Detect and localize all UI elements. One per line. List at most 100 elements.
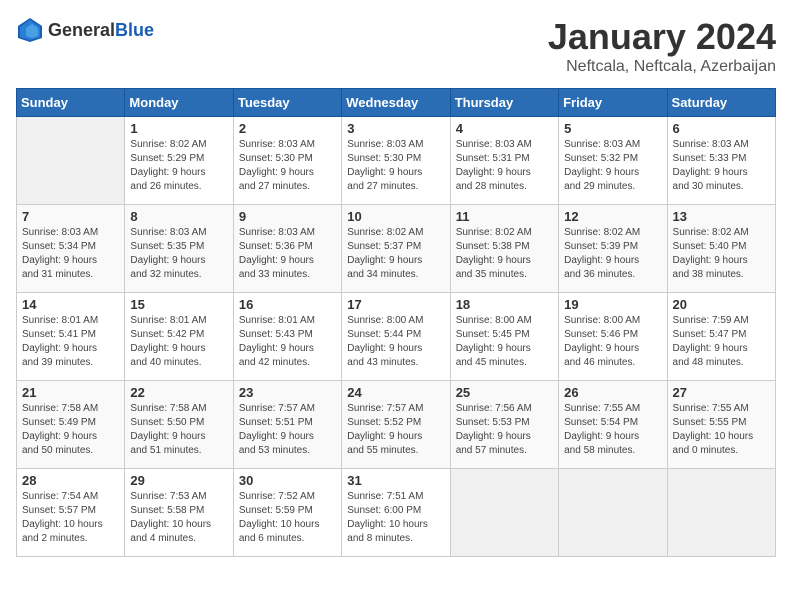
day-number: 24 bbox=[347, 385, 444, 400]
calendar-day-cell: 9Sunrise: 8:03 AM Sunset: 5:36 PM Daylig… bbox=[233, 205, 341, 293]
day-info: Sunrise: 7:55 AM Sunset: 5:54 PM Dayligh… bbox=[564, 402, 661, 458]
logo-text: GeneralBlue bbox=[48, 20, 154, 41]
calendar-day-cell: 18 Sunrise: 8:00 AM Sunset: 5:45 PM Dayli… bbox=[450, 293, 558, 381]
day-number: 23 bbox=[239, 385, 336, 400]
day-number: 3 bbox=[347, 121, 444, 136]
calendar-day-cell: 6 Sunrise: 8:03 AM Sunset: 5:33 PM Daylig… bbox=[667, 117, 775, 205]
calendar-day-cell: 7 Sunrise: 8:03 AM Sunset: 5:34 PM Daylig… bbox=[17, 205, 125, 293]
day-number: 14 bbox=[22, 297, 119, 312]
day-info: Sunrise: 8:03 AM Sunset: 5:32 PM Dayligh… bbox=[564, 138, 661, 194]
day-number: 10 bbox=[347, 209, 444, 224]
calendar-day-cell: 17 Sunrise: 8:00 AM Sunset: 5:44 PM Dayli… bbox=[342, 293, 450, 381]
logo: GeneralBlue bbox=[16, 16, 154, 44]
day-info: Sunrise: 7:57 AM Sunset: 5:51 PM Dayligh… bbox=[239, 402, 336, 458]
day-number: 9 bbox=[239, 209, 336, 224]
day-info: Sunrise: 8:01 AM Sunset: 5:43 PM Dayligh… bbox=[239, 314, 336, 370]
calendar-day-cell bbox=[17, 117, 125, 205]
day-number: 11 bbox=[456, 209, 553, 224]
day-number: 29 bbox=[130, 473, 227, 488]
calendar-day-cell: 22 Sunrise: 7:58 AM Sunset: 5:50 PM Dayli… bbox=[125, 381, 233, 469]
day-number: 19 bbox=[564, 297, 661, 312]
calendar-day-cell: 15 Sunrise: 8:01 AM Sunset: 5:42 PM Dayli… bbox=[125, 293, 233, 381]
calendar-day-cell: 31 Sunrise: 7:51 AM Sunset: 6:00 PM Dayli… bbox=[342, 469, 450, 557]
calendar-day-cell bbox=[667, 469, 775, 557]
calendar-day-cell: 29 Sunrise: 7:53 AM Sunset: 5:58 PM Dayli… bbox=[125, 469, 233, 557]
day-number: 30 bbox=[239, 473, 336, 488]
day-info: Sunrise: 7:56 AM Sunset: 5:53 PM Dayligh… bbox=[456, 402, 553, 458]
day-number: 13 bbox=[673, 209, 770, 224]
day-info: Sunrise: 7:59 AM Sunset: 5:47 PM Dayligh… bbox=[673, 314, 770, 370]
calendar-day-cell: 3 Sunrise: 8:03 AM Sunset: 5:30 PM Daylig… bbox=[342, 117, 450, 205]
day-number: 5 bbox=[564, 121, 661, 136]
day-number: 4 bbox=[456, 121, 553, 136]
day-number: 8 bbox=[130, 209, 227, 224]
day-info: Sunrise: 8:00 AM Sunset: 5:45 PM Dayligh… bbox=[456, 314, 553, 370]
calendar-week-row: 1 Sunrise: 8:02 AM Sunset: 5:29 PM Daylig… bbox=[17, 117, 776, 205]
calendar-day-cell: 8Sunrise: 8:03 AM Sunset: 5:35 PM Daylig… bbox=[125, 205, 233, 293]
day-info: Sunrise: 8:02 AM Sunset: 5:40 PM Dayligh… bbox=[673, 226, 770, 282]
day-info: Sunrise: 8:03 AM Sunset: 5:34 PM Dayligh… bbox=[22, 226, 119, 282]
calendar-week-row: 28 Sunrise: 7:54 AM Sunset: 5:57 PM Dayli… bbox=[17, 469, 776, 557]
day-of-week-header: Thursday bbox=[450, 89, 558, 117]
calendar-day-cell: 4Sunrise: 8:03 AM Sunset: 5:31 PM Daylig… bbox=[450, 117, 558, 205]
day-number: 15 bbox=[130, 297, 227, 312]
day-number: 22 bbox=[130, 385, 227, 400]
day-number: 25 bbox=[456, 385, 553, 400]
calendar-day-cell: 25 Sunrise: 7:56 AM Sunset: 5:53 PM Dayli… bbox=[450, 381, 558, 469]
day-info: Sunrise: 7:55 AM Sunset: 5:55 PM Dayligh… bbox=[673, 402, 770, 458]
day-info: Sunrise: 8:01 AM Sunset: 5:42 PM Dayligh… bbox=[130, 314, 227, 370]
day-number: 16 bbox=[239, 297, 336, 312]
day-number: 27 bbox=[673, 385, 770, 400]
day-number: 7 bbox=[22, 209, 119, 224]
day-info: Sunrise: 8:02 AM Sunset: 5:37 PM Dayligh… bbox=[347, 226, 444, 282]
title-section: January 2024 Neftcala, Neftcala, Azerbai… bbox=[548, 16, 776, 76]
day-info: Sunrise: 7:58 AM Sunset: 5:50 PM Dayligh… bbox=[130, 402, 227, 458]
calendar-subtitle: Neftcala, Neftcala, Azerbaijan bbox=[548, 58, 776, 76]
day-info: Sunrise: 8:00 AM Sunset: 5:44 PM Dayligh… bbox=[347, 314, 444, 370]
day-number: 18 bbox=[456, 297, 553, 312]
day-number: 28 bbox=[22, 473, 119, 488]
day-info: Sunrise: 7:54 AM Sunset: 5:57 PM Dayligh… bbox=[22, 490, 119, 546]
day-number: 1 bbox=[130, 121, 227, 136]
calendar-day-cell: 16 Sunrise: 8:01 AM Sunset: 5:43 PM Dayli… bbox=[233, 293, 341, 381]
day-info: Sunrise: 8:03 AM Sunset: 5:30 PM Dayligh… bbox=[347, 138, 444, 194]
calendar-day-cell: 26Sunrise: 7:55 AM Sunset: 5:54 PM Dayli… bbox=[559, 381, 667, 469]
calendar-day-cell: 20 Sunrise: 7:59 AM Sunset: 5:47 PM Dayli… bbox=[667, 293, 775, 381]
day-info: Sunrise: 8:03 AM Sunset: 5:30 PM Dayligh… bbox=[239, 138, 336, 194]
day-info: Sunrise: 8:02 AM Sunset: 5:29 PM Dayligh… bbox=[130, 138, 227, 194]
day-info: Sunrise: 7:53 AM Sunset: 5:58 PM Dayligh… bbox=[130, 490, 227, 546]
day-number: 20 bbox=[673, 297, 770, 312]
day-number: 6 bbox=[673, 121, 770, 136]
calendar-day-cell: 24 Sunrise: 7:57 AM Sunset: 5:52 PM Dayli… bbox=[342, 381, 450, 469]
calendar-day-cell: 30 Sunrise: 7:52 AM Sunset: 5:59 PM Dayli… bbox=[233, 469, 341, 557]
day-info: Sunrise: 7:57 AM Sunset: 5:52 PM Dayligh… bbox=[347, 402, 444, 458]
calendar-table: SundayMondayTuesdayWednesdayThursdayFrid… bbox=[16, 88, 776, 557]
day-number: 31 bbox=[347, 473, 444, 488]
day-of-week-header: Monday bbox=[125, 89, 233, 117]
calendar-week-row: 21 Sunrise: 7:58 AM Sunset: 5:49 PM Dayli… bbox=[17, 381, 776, 469]
day-number: 17 bbox=[347, 297, 444, 312]
day-info: Sunrise: 7:51 AM Sunset: 6:00 PM Dayligh… bbox=[347, 490, 444, 546]
day-info: Sunrise: 8:03 AM Sunset: 5:33 PM Dayligh… bbox=[673, 138, 770, 194]
day-info: Sunrise: 7:58 AM Sunset: 5:49 PM Dayligh… bbox=[22, 402, 119, 458]
calendar-week-row: 14 Sunrise: 8:01 AM Sunset: 5:41 PM Dayli… bbox=[17, 293, 776, 381]
day-of-week-header: Tuesday bbox=[233, 89, 341, 117]
calendar-header-row: SundayMondayTuesdayWednesdayThursdayFrid… bbox=[17, 89, 776, 117]
day-of-week-header: Wednesday bbox=[342, 89, 450, 117]
calendar-day-cell: 27 Sunrise: 7:55 AM Sunset: 5:55 PM Dayli… bbox=[667, 381, 775, 469]
calendar-day-cell bbox=[559, 469, 667, 557]
calendar-day-cell: 2 Sunrise: 8:03 AM Sunset: 5:30 PM Daylig… bbox=[233, 117, 341, 205]
calendar-day-cell: 14 Sunrise: 8:01 AM Sunset: 5:41 PM Dayli… bbox=[17, 293, 125, 381]
page-header: GeneralBlue January 2024 Neftcala, Neftc… bbox=[16, 16, 776, 76]
calendar-title: January 2024 bbox=[548, 16, 776, 58]
calendar-day-cell: 11 Sunrise: 8:02 AM Sunset: 5:38 PM Dayli… bbox=[450, 205, 558, 293]
day-info: Sunrise: 7:52 AM Sunset: 5:59 PM Dayligh… bbox=[239, 490, 336, 546]
day-info: Sunrise: 8:01 AM Sunset: 5:41 PM Dayligh… bbox=[22, 314, 119, 370]
day-info: Sunrise: 8:02 AM Sunset: 5:38 PM Dayligh… bbox=[456, 226, 553, 282]
day-number: 21 bbox=[22, 385, 119, 400]
calendar-day-cell bbox=[450, 469, 558, 557]
day-number: 12 bbox=[564, 209, 661, 224]
day-number: 2 bbox=[239, 121, 336, 136]
day-info: Sunrise: 8:02 AM Sunset: 5:39 PM Dayligh… bbox=[564, 226, 661, 282]
day-of-week-header: Friday bbox=[559, 89, 667, 117]
